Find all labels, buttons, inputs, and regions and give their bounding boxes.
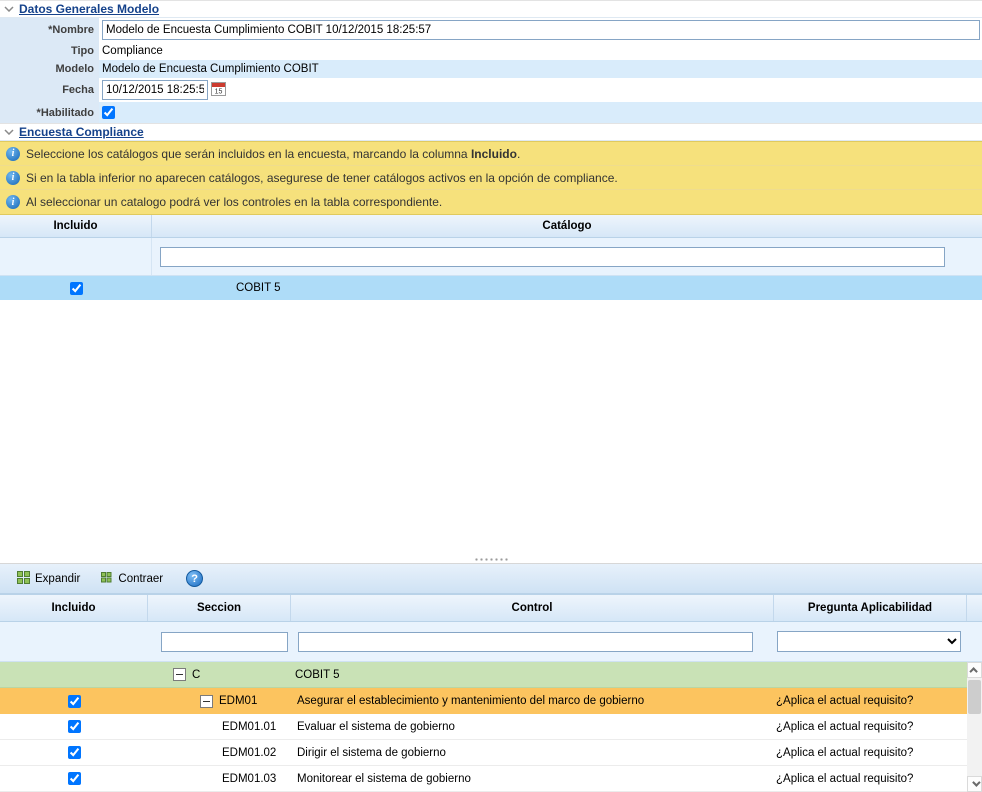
splitter-grip-icon — [474, 558, 508, 561]
form-row-nombre: *Nombre — [0, 18, 982, 42]
collapse-all-icon — [100, 571, 113, 587]
pregunta-value: ¿Aplica el actual requisito? — [774, 773, 967, 785]
info-message-1: i Seleccione los catálogos que serán inc… — [0, 142, 982, 166]
catalog-filter-row — [0, 238, 982, 276]
pregunta-value: ¿Aplica el actual requisito? — [774, 721, 967, 733]
catalog-column-header-catalogo[interactable]: Catálogo — [152, 215, 982, 237]
info-box: i Seleccione los catálogos que serán inc… — [0, 141, 982, 215]
svg-text:15: 15 — [215, 89, 223, 96]
scroll-up-button[interactable] — [967, 662, 982, 678]
control-row-edm01-01[interactable]: EDM01.01 Evaluar el sistema de gobierno … — [0, 714, 967, 740]
expand-all-icon — [17, 571, 30, 587]
fecha-label: Fecha — [0, 78, 99, 102]
control-filter-input[interactable] — [298, 632, 753, 652]
modelo-value: Modelo de Encuesta Cumplimiento COBIT — [102, 63, 319, 75]
control-value: Monitorear el sistema de gobierno — [291, 773, 774, 785]
info-icon: i — [6, 195, 20, 209]
seccion-value: EDM01 — [219, 695, 257, 707]
form-row-modelo: Modelo Modelo de Encuesta Cumplimiento C… — [0, 60, 982, 78]
collapse-chevron-icon — [4, 3, 14, 15]
tipo-label: Tipo — [0, 42, 99, 60]
form-row-tipo: Tipo Compliance — [0, 42, 982, 60]
fecha-input[interactable] — [102, 80, 208, 100]
controls-filter-row — [0, 622, 982, 662]
controls-table-body: C COBIT 5 EDM01 Asegurar el establecimie… — [0, 662, 982, 792]
seccion-filter-input[interactable] — [161, 632, 288, 652]
catalog-table-empty-area — [0, 300, 982, 555]
header-scrollbar-filler — [967, 595, 982, 621]
incluido-checkbox[interactable] — [68, 720, 81, 733]
control-row-edm01-03[interactable]: EDM01.03 Monitorear el sistema de gobier… — [0, 766, 967, 792]
control-value: Dirigir el sistema de gobierno — [291, 747, 774, 759]
section-header-encuesta-compliance[interactable]: Encuesta Compliance — [0, 123, 982, 141]
control-row-edm01[interactable]: EDM01 Asegurar el establecimiento y mant… — [0, 688, 967, 714]
group-row-cobit5[interactable]: C COBIT 5 — [0, 662, 967, 688]
info-icon: i — [6, 171, 20, 185]
contraer-button[interactable]: Contraer — [93, 567, 170, 591]
form-row-habilitado: *Habilitado — [0, 102, 982, 123]
modelo-label: Modelo — [0, 60, 99, 78]
section-title-datos-generales: Datos Generales Modelo — [19, 2, 159, 16]
form-row-fecha: Fecha 15 — [0, 78, 982, 102]
catalog-incluido-checkbox[interactable] — [70, 282, 83, 295]
controls-toolbar: Expandir Contraer ? — [0, 564, 982, 594]
group-seccion: C — [192, 669, 200, 681]
vertical-scrollbar[interactable] — [967, 662, 982, 792]
controls-table-header: Incluido Seccion Control Pregunta Aplica… — [0, 594, 982, 622]
control-value: Evaluar el sistema de gobierno — [291, 721, 774, 733]
catalog-name: COBIT 5 — [152, 282, 982, 294]
seccion-value: EDM01.01 — [222, 721, 276, 733]
nombre-label: *Nombre — [0, 18, 99, 42]
pregunta-filter-select[interactable] — [777, 631, 961, 652]
help-icon[interactable]: ? — [186, 570, 203, 587]
seccion-value: EDM01.02 — [222, 747, 276, 759]
catalog-row-cobit5[interactable]: COBIT 5 — [0, 276, 982, 300]
group-control: COBIT 5 — [291, 669, 774, 681]
nombre-input[interactable] — [102, 20, 980, 40]
control-row-edm01-02[interactable]: EDM01.02 Dirigir el sistema de gobierno … — [0, 740, 967, 766]
chevron-down-icon — [972, 778, 980, 786]
catalog-table-header: Incluido Catálogo — [0, 215, 982, 238]
calendar-button[interactable]: 15 — [211, 81, 226, 99]
chevron-up-icon — [969, 667, 977, 675]
controls-column-header-incluido[interactable]: Incluido — [0, 595, 148, 621]
scrollbar-track[interactable] — [967, 678, 982, 776]
info-message-2: i Si en la tabla inferior no aparecen ca… — [0, 166, 982, 190]
control-value: Asegurar el establecimiento y mantenimie… — [291, 695, 774, 707]
pregunta-value: ¿Aplica el actual requisito? — [774, 695, 967, 707]
collapse-minus-icon[interactable] — [200, 695, 213, 708]
expandir-button[interactable]: Expandir — [10, 567, 87, 591]
pregunta-value: ¿Aplica el actual requisito? — [774, 747, 967, 759]
incluido-checkbox[interactable] — [68, 746, 81, 759]
catalog-column-header-incluido[interactable]: Incluido — [0, 215, 152, 237]
incluido-checkbox[interactable] — [68, 772, 81, 785]
tipo-value: Compliance — [102, 45, 163, 57]
collapse-chevron-icon — [4, 126, 14, 138]
section-header-datos-generales[interactable]: Datos Generales Modelo — [0, 0, 982, 18]
info-icon: i — [6, 147, 20, 161]
habilitado-label: *Habilitado — [0, 102, 99, 123]
calendar-icon: 15 — [211, 81, 226, 99]
info-message-3: i Al seleccionar un catalogo podrá ver l… — [0, 190, 982, 214]
horizontal-splitter[interactable] — [0, 555, 982, 564]
section-title-encuesta-compliance: Encuesta Compliance — [19, 125, 144, 139]
habilitado-checkbox[interactable] — [102, 106, 115, 119]
scroll-down-button[interactable] — [967, 776, 982, 792]
catalogo-filter-input[interactable] — [160, 247, 945, 267]
controls-column-header-pregunta[interactable]: Pregunta Aplicabilidad — [774, 595, 967, 621]
scrollbar-thumb[interactable] — [968, 680, 981, 714]
incluido-checkbox[interactable] — [68, 695, 81, 708]
seccion-value: EDM01.03 — [222, 773, 276, 785]
collapse-minus-icon[interactable] — [173, 668, 186, 681]
controls-column-header-control[interactable]: Control — [291, 595, 774, 621]
controls-column-header-seccion[interactable]: Seccion — [148, 595, 291, 621]
